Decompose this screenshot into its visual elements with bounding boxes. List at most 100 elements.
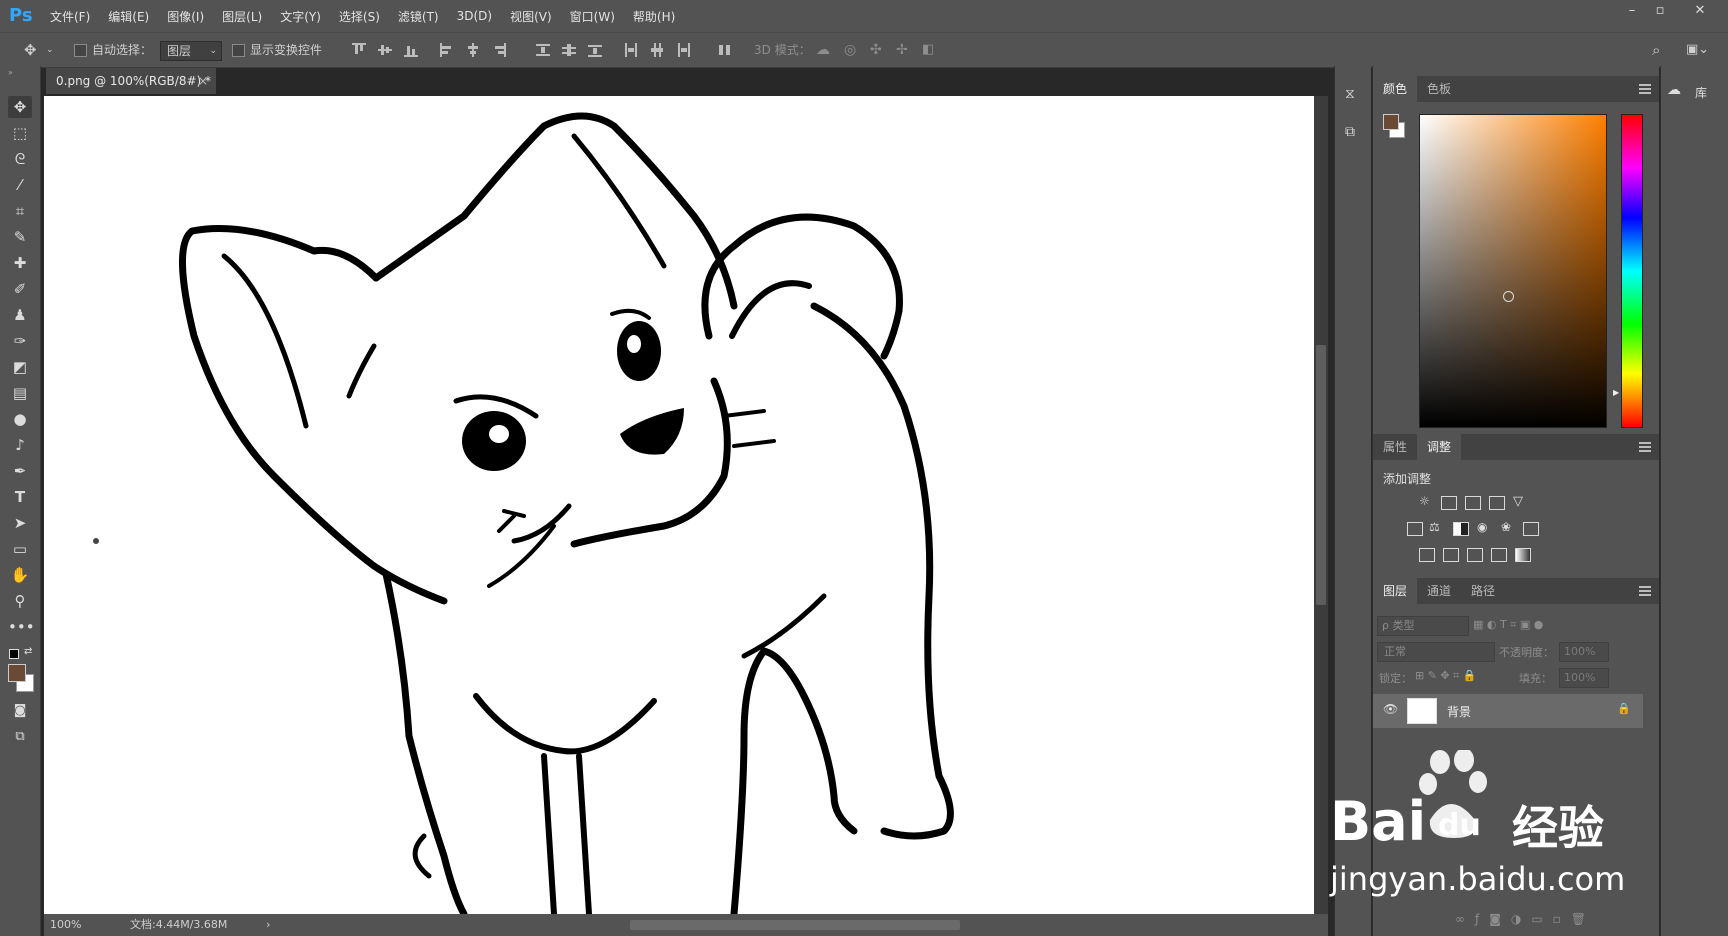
selective-color-adjust-icon[interactable] <box>1491 548 1507 562</box>
align-top-icon[interactable] <box>352 43 366 57</box>
maximize-button[interactable]: ▫ <box>1646 0 1674 22</box>
distribute-right-icon[interactable] <box>676 43 690 57</box>
layer-visibility-eye-icon[interactable]: 👁 <box>1383 702 1398 716</box>
lasso-tool-icon[interactable]: ᘓ <box>8 148 32 170</box>
default-colors-icon[interactable] <box>9 649 19 659</box>
invert-adjust-icon[interactable] <box>1419 548 1435 562</box>
auto-select-checkbox[interactable]: 自动选择： <box>74 41 152 59</box>
show-transform-controls-checkbox[interactable]: 显示变换控件 <box>232 41 322 59</box>
3d-orbit-icon[interactable]: ☁ <box>816 41 830 59</box>
tab-channels[interactable]: 通道 <box>1417 578 1461 604</box>
history-brush-tool-icon[interactable]: ✑ <box>8 330 32 352</box>
more-tools-icon[interactable]: ••• <box>8 616 35 638</box>
curves-adjust-icon[interactable] <box>1465 496 1481 510</box>
marquee-tool-icon[interactable]: ⬚ <box>8 122 32 144</box>
distribute-top-icon[interactable] <box>536 43 550 57</box>
minimize-button[interactable]: – <box>1618 0 1646 22</box>
black-white-adjust-icon[interactable] <box>1453 522 1469 536</box>
magic-wand-tool-icon[interactable]: ⁄ <box>8 174 32 196</box>
layer-row-background[interactable]: 👁 背景 🔒 <box>1373 694 1643 728</box>
auto-align-icon[interactable] <box>718 43 732 57</box>
align-vcenter-icon[interactable] <box>378 43 392 57</box>
menu-help[interactable]: 帮助(H) <box>633 8 675 25</box>
align-hcenter-icon[interactable] <box>466 43 480 57</box>
type-tool-icon[interactable]: T <box>8 486 32 508</box>
quick-mask-icon[interactable]: ◙ <box>8 700 32 722</box>
auto-select-target-dropdown[interactable]: 图层 ⌄ <box>160 41 222 61</box>
color-field[interactable] <box>1419 114 1607 428</box>
close-window-button[interactable]: ✕ <box>1686 0 1714 22</box>
menu-filter[interactable]: 滤镜(T) <box>398 8 439 25</box>
swap-colors-icon[interactable]: ⇄ <box>24 646 32 657</box>
blend-mode-dropdown[interactable]: 正常 <box>1377 642 1495 662</box>
fill-input[interactable]: 100% <box>1559 668 1609 688</box>
menu-select[interactable]: 选择(S) <box>339 8 380 25</box>
color-panel-menu-icon[interactable] <box>1639 84 1651 94</box>
hand-tool-icon[interactable]: ✋ <box>8 564 32 586</box>
hue-slider[interactable] <box>1621 114 1643 428</box>
libraries-cloud-icon[interactable]: ☁ <box>1667 82 1681 98</box>
menu-3d[interactable]: 3D(D) <box>457 9 492 23</box>
search-icon[interactable]: ⌕ <box>1652 41 1660 59</box>
eraser-tool-icon[interactable]: ◩ <box>8 356 32 378</box>
tab-swatches[interactable]: 色板 <box>1417 76 1461 102</box>
tab-properties[interactable]: 属性 <box>1373 434 1417 460</box>
collapse-arrows-icon[interactable]: » <box>8 68 13 77</box>
tab-color[interactable]: 颜色 <box>1373 76 1418 102</box>
document-canvas[interactable] <box>44 96 1314 914</box>
tool-preset-chevron-icon[interactable]: ⌄ <box>46 41 54 59</box>
threshold-adjust-icon[interactable] <box>1467 548 1483 562</box>
3d-pan-icon[interactable]: ✣ <box>870 41 882 59</box>
menu-file[interactable]: 文件(F) <box>50 8 90 25</box>
move-tool-icon[interactable]: ✥ <box>24 41 37 59</box>
blur-tool-icon[interactable]: ● <box>8 408 32 430</box>
menu-window[interactable]: 窗口(W) <box>570 8 615 25</box>
menu-type[interactable]: 文字(Y) <box>280 8 321 25</box>
layer-filter-kind-dropdown[interactable]: ρ 类型 <box>1377 616 1469 636</box>
foreground-color-swatch[interactable] <box>8 664 26 682</box>
horizontal-scroll-thumb[interactable] <box>630 920 960 930</box>
opacity-input[interactable]: 100% <box>1559 642 1609 662</box>
distribute-left-icon[interactable] <box>624 43 638 57</box>
gradient-map-adjust-icon[interactable] <box>1515 548 1531 562</box>
exposure-adjust-icon[interactable] <box>1489 496 1505 510</box>
pen-tool-icon[interactable]: ✒ <box>8 460 32 482</box>
layer-name[interactable]: 背景 <box>1447 703 1471 720</box>
workspace-switcher-icon[interactable]: ▣⌄ <box>1686 41 1709 59</box>
distribute-bottom-icon[interactable] <box>588 43 602 57</box>
menu-view[interactable]: 视图(V) <box>510 8 552 25</box>
levels-adjust-icon[interactable] <box>1441 496 1457 510</box>
tab-layers[interactable]: 图层 <box>1373 578 1418 604</box>
vertical-scroll-thumb[interactable] <box>1316 345 1326 605</box>
eyedropper-tool-icon[interactable]: ✎ <box>8 226 32 248</box>
layer-filter-icons[interactable]: ▦ ◐ T ⌗ ▣ ● <box>1473 618 1543 632</box>
channel-mixer-adjust-icon[interactable]: ❀ <box>1501 520 1511 534</box>
clone-stamp-tool-icon[interactable]: ♟ <box>8 304 32 326</box>
vibrance-adjust-icon[interactable]: ▽ <box>1513 494 1523 509</box>
zoom-level[interactable]: 100% <box>50 914 81 936</box>
hue-saturation-adjust-icon[interactable] <box>1407 522 1423 536</box>
history-panel-icon[interactable]: ⧖ <box>1345 86 1355 102</box>
distribute-hcenter-icon[interactable] <box>650 43 664 57</box>
libraries-label[interactable]: 库 <box>1695 84 1707 101</box>
move-tool-icon[interactable]: ✥ <box>8 96 32 118</box>
path-selection-tool-icon[interactable]: ➤ <box>8 512 32 534</box>
photo-filter-adjust-icon[interactable]: ◉ <box>1477 520 1487 534</box>
screen-mode-icon[interactable]: ⧉ <box>8 726 32 748</box>
tab-paths[interactable]: 路径 <box>1461 578 1505 604</box>
lock-options-icons[interactable]: ⊞ ✎ ✥ ⌗ 🔒 <box>1415 669 1477 683</box>
hue-slider-marker-icon[interactable]: ▶ <box>1613 388 1619 397</box>
layer-panel-bottom-icons[interactable]: ∞ƒ◙◑▭▫🗑 <box>1455 912 1596 926</box>
3d-slide-icon[interactable]: ✢ <box>896 41 908 59</box>
crop-tool-icon[interactable]: ⌗ <box>8 200 32 222</box>
gradient-tool-icon[interactable]: ▤ <box>8 382 32 404</box>
status-menu-arrow[interactable]: › <box>266 914 270 936</box>
tab-adjustments[interactable]: 调整 <box>1417 434 1462 460</box>
document-tab[interactable]: 0.png @ 100%(RGB/8#) * × <box>46 68 216 94</box>
color-field-cursor[interactable] <box>1503 291 1514 302</box>
menu-image[interactable]: 图像(I) <box>167 8 204 25</box>
brush-tool-icon[interactable]: ✐ <box>8 278 32 300</box>
adjust-panel-menu-icon[interactable] <box>1639 442 1651 452</box>
menu-layer[interactable]: 图层(L) <box>222 8 262 25</box>
rectangle-tool-icon[interactable]: ▭ <box>8 538 32 560</box>
